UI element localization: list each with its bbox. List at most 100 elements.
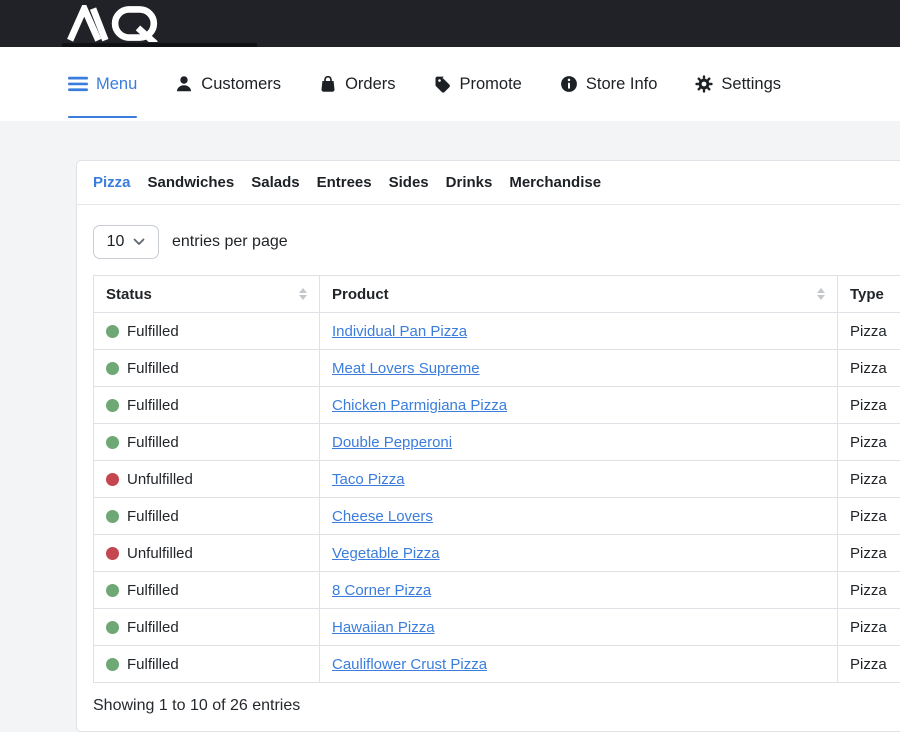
nav-label: Settings [721,75,781,94]
status-label: Fulfilled [127,360,179,377]
status-dot-icon [106,510,119,523]
status-cell: Fulfilled [94,572,320,609]
type-cell: Pizza [838,461,900,498]
product-link[interactable]: Meat Lovers Supreme [332,360,480,377]
table-row: Fulfilled Cauliflower Crust Pizza Pizza [94,646,900,683]
status-label: Unfulfilled [127,471,193,488]
status-label: Fulfilled [127,397,179,414]
nav-item-store-info[interactable]: Store Info [560,47,658,121]
status-dot-icon [106,621,119,634]
product-cell: Vegetable Pizza [320,535,838,572]
nav-item-settings[interactable]: Settings [695,47,781,121]
table-body: Fulfilled Individual Pan Pizza Pizza Ful… [94,313,900,683]
nav-item-customers[interactable]: Customers [175,47,281,121]
product-cell: Chicken Parmigiana Pizza [320,387,838,424]
status-cell: Fulfilled [94,387,320,424]
tab-drinks[interactable]: Drinks [446,174,493,191]
tab-sides[interactable]: Sides [389,174,429,191]
status-dot-icon [106,436,119,449]
status-cell: Unfulfilled [94,535,320,572]
entries-per-page-value: 10 [107,233,125,251]
person-icon [175,75,193,93]
tab-merchandise[interactable]: Merchandise [509,174,601,191]
status-cell: Fulfilled [94,350,320,387]
status-cell: Fulfilled [94,424,320,461]
product-link[interactable]: Chicken Parmigiana Pizza [332,397,507,414]
nav-label: Menu [96,75,137,94]
sort-icon [299,288,307,300]
entries-per-page-label: entries per page [172,233,288,251]
column-label: Type [850,286,884,303]
nav-label: Store Info [586,75,658,94]
product-link[interactable]: Individual Pan Pizza [332,323,467,340]
type-cell: Pizza [838,646,900,683]
nav-label: Promote [460,75,522,94]
product-link[interactable]: Double Pepperoni [332,434,452,451]
category-tabs: Pizza Sandwiches Salads Entrees Sides Dr… [77,161,900,205]
table-row: Fulfilled Meat Lovers Supreme Pizza [94,350,900,387]
product-link[interactable]: 8 Corner Pizza [332,582,431,599]
column-header-type[interactable]: Type [838,276,900,313]
product-cell: Cheese Lovers [320,498,838,535]
product-link[interactable]: Cheese Lovers [332,508,433,525]
tab-pizza[interactable]: Pizza [93,174,131,191]
status-dot-icon [106,547,119,560]
product-cell: Meat Lovers Supreme [320,350,838,387]
top-header-bar [0,0,900,47]
nav-item-menu[interactable]: Menu [68,47,137,121]
column-header-status[interactable]: Status [94,276,320,313]
type-cell: Pizza [838,313,900,350]
status-cell: Fulfilled [94,609,320,646]
status-dot-icon [106,325,119,338]
table-header-row: Status Product Type [94,276,900,313]
type-cell: Pizza [838,350,900,387]
product-link[interactable]: Vegetable Pizza [332,545,440,562]
tab-entrees[interactable]: Entrees [317,174,372,191]
product-cell: Hawaiian Pizza [320,609,838,646]
tab-sandwiches[interactable]: Sandwiches [148,174,235,191]
type-cell: Pizza [838,424,900,461]
type-cell: Pizza [838,498,900,535]
tab-salads[interactable]: Salads [251,174,299,191]
table-row: Fulfilled Hawaiian Pizza Pizza [94,609,900,646]
gear-icon [695,75,713,93]
column-label: Product [332,286,389,303]
nav-item-promote[interactable]: Promote [434,47,522,121]
status-dot-icon [106,658,119,671]
main-navbar: Menu Customers Orders Promote [0,47,900,121]
product-cell: Double Pepperoni [320,424,838,461]
status-dot-icon [106,399,119,412]
product-link[interactable]: Taco Pizza [332,471,405,488]
status-dot-icon [106,362,119,375]
status-label: Unfulfilled [127,545,193,562]
type-cell: Pizza [838,572,900,609]
nav-item-orders[interactable]: Orders [319,47,395,121]
status-cell: Fulfilled [94,498,320,535]
status-label: Fulfilled [127,582,179,599]
product-cell: Taco Pizza [320,461,838,498]
info-icon [560,75,578,93]
product-link[interactable]: Hawaiian Pizza [332,619,435,636]
bag-icon [319,75,337,93]
nav-label: Customers [201,75,281,94]
tag-icon [434,75,452,93]
table-row: Unfulfilled Vegetable Pizza Pizza [94,535,900,572]
status-label: Fulfilled [127,656,179,673]
status-dot-icon [106,584,119,597]
type-cell: Pizza [838,535,900,572]
type-cell: Pizza [838,387,900,424]
column-header-product[interactable]: Product [320,276,838,313]
page-content: Pizza Sandwiches Salads Entrees Sides Dr… [0,121,900,732]
product-link[interactable]: Cauliflower Crust Pizza [332,656,487,673]
chevron-down-icon [133,238,145,246]
products-table: Status Product Type [93,275,900,683]
status-cell: Unfulfilled [94,461,320,498]
product-cell: Cauliflower Crust Pizza [320,646,838,683]
status-cell: Fulfilled [94,313,320,350]
column-label: Status [106,286,152,303]
product-cell: 8 Corner Pizza [320,572,838,609]
entries-per-page-select[interactable]: 10 [93,225,159,259]
table-row: Fulfilled Chicken Parmigiana Pizza Pizza [94,387,900,424]
products-card: Pizza Sandwiches Salads Entrees Sides Dr… [76,160,900,732]
table-row: Fulfilled Double Pepperoni Pizza [94,424,900,461]
